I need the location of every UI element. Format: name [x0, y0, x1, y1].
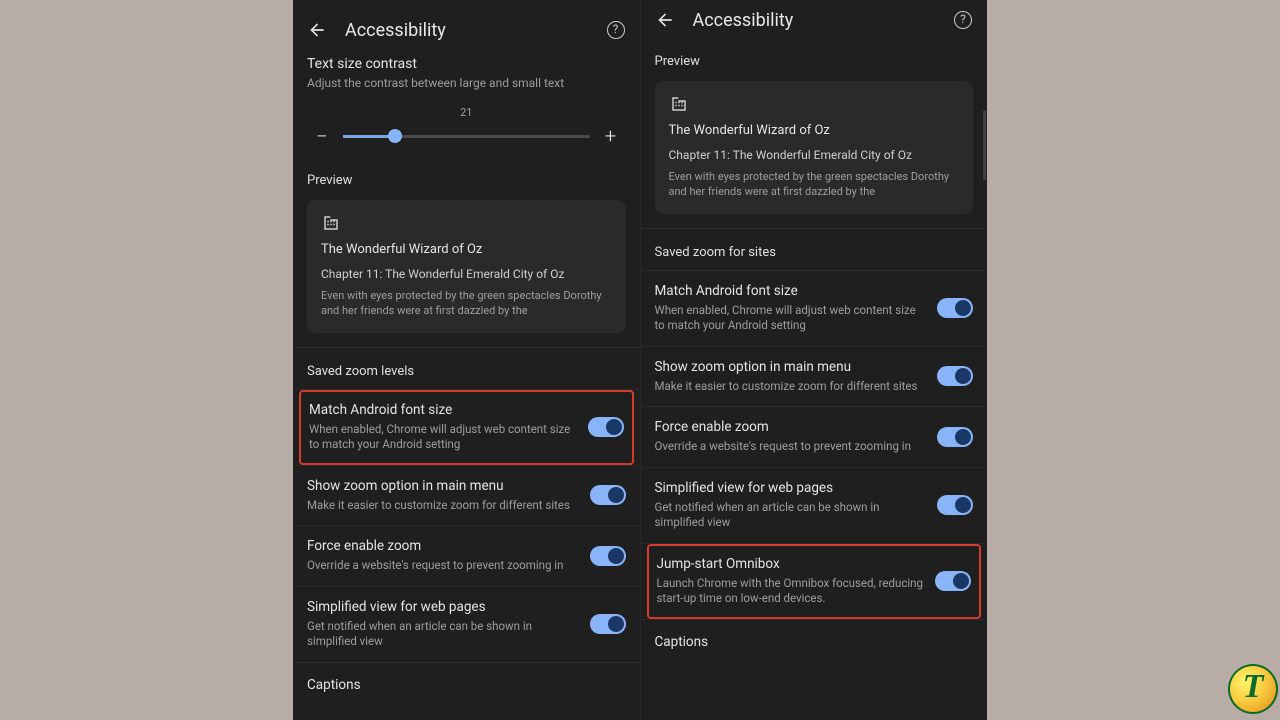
setting-show-zoom-option[interactable]: Show zoom option in main menu Make it ea…: [293, 466, 640, 526]
watermark-letter: T: [1243, 668, 1264, 706]
toggle[interactable]: [590, 546, 626, 566]
preview-title: The Wonderful Wizard of Oz: [321, 242, 612, 257]
slider-thumb[interactable]: [388, 129, 402, 143]
slider-track[interactable]: [343, 135, 590, 138]
saved-zoom-label[interactable]: Saved zoom levels: [293, 348, 640, 389]
preview-body: Even with eyes protected by the green sp…: [669, 170, 960, 200]
back-button[interactable]: [305, 18, 329, 42]
setting-simplified-view[interactable]: Simplified view for web pages Get notifi…: [293, 587, 640, 662]
setting-match-android-font-size[interactable]: Match Android font size When enabled, Ch…: [641, 271, 988, 346]
row-subtitle: When enabled, Chrome will adjust web con…: [655, 303, 926, 334]
row-subtitle: Launch Chrome with the Omnibox focused, …: [657, 576, 924, 607]
setting-match-android-font-size[interactable]: Match Android font size When enabled, Ch…: [299, 390, 634, 465]
help-icon: ?: [954, 11, 972, 29]
preview-label: Preview: [641, 42, 988, 75]
row-subtitle: Override a website's request to prevent …: [655, 439, 926, 455]
preview-body: Even with eyes protected by the green sp…: [321, 289, 612, 319]
row-title: Show zoom option in main menu: [655, 359, 926, 375]
row-title: Match Android font size: [655, 283, 926, 299]
arrow-left-icon: [655, 10, 675, 30]
business-icon: [669, 95, 689, 113]
help-icon: ?: [607, 21, 625, 39]
setting-jump-start-omnibox[interactable]: Jump-start Omnibox Launch Chrome with th…: [647, 544, 982, 619]
watermark-logo: T: [1228, 664, 1278, 714]
contrast-value: 21: [307, 106, 626, 119]
setting-captions[interactable]: Captions: [293, 663, 640, 707]
increase-button[interactable]: +: [600, 125, 622, 147]
row-subtitle: Get notified when an article can be show…: [307, 619, 578, 650]
contrast-slider: − +: [311, 125, 622, 147]
row-title: Force enable zoom: [307, 538, 578, 554]
stage: Accessibility ? Text size contrast Adjus…: [293, 0, 987, 720]
header: Accessibility ?: [641, 4, 988, 42]
row-subtitle: When enabled, Chrome will adjust web con…: [309, 422, 576, 453]
row-subtitle: Make it easier to customize zoom for dif…: [307, 498, 578, 514]
toggle[interactable]: [937, 298, 973, 318]
preview-card: The Wonderful Wizard of Oz Chapter 11: T…: [655, 81, 974, 214]
setting-simplified-view[interactable]: Simplified view for web pages Get notifi…: [641, 468, 988, 543]
phone-left: Accessibility ? Text size contrast Adjus…: [293, 0, 641, 720]
toggle[interactable]: [937, 495, 973, 515]
preview-card: The Wonderful Wizard of Oz Chapter 11: T…: [307, 200, 626, 333]
row-title: Simplified view for web pages: [307, 599, 578, 615]
help-button[interactable]: ?: [604, 18, 628, 42]
contrast-subtitle: Adjust the contrast between large and sm…: [307, 76, 626, 90]
arrow-left-icon: [307, 20, 327, 40]
toggle[interactable]: [937, 366, 973, 386]
row-subtitle: Make it easier to customize zoom for dif…: [655, 379, 926, 395]
preview-chapter: Chapter 11: The Wonderful Emerald City o…: [669, 148, 960, 162]
setting-force-enable-zoom[interactable]: Force enable zoom Override a website's r…: [293, 526, 640, 586]
row-title: Force enable zoom: [655, 419, 926, 435]
toggle[interactable]: [590, 485, 626, 505]
toggle[interactable]: [590, 614, 626, 634]
preview-label: Preview: [293, 161, 640, 194]
setting-force-enable-zoom[interactable]: Force enable zoom Override a website's r…: [641, 407, 988, 467]
help-button[interactable]: ?: [951, 8, 975, 32]
setting-captions[interactable]: Captions: [641, 620, 988, 664]
row-title: Simplified view for web pages: [655, 480, 926, 496]
row-subtitle: Get notified when an article can be show…: [655, 500, 926, 531]
row-subtitle: Override a website's request to prevent …: [307, 558, 578, 574]
preview-title: The Wonderful Wizard of Oz: [669, 123, 960, 138]
toggle[interactable]: [588, 417, 624, 437]
preview-chapter: Chapter 11: The Wonderful Emerald City o…: [321, 267, 612, 281]
row-title: Show zoom option in main menu: [307, 478, 578, 494]
page-title: Accessibility: [345, 20, 604, 41]
toggle[interactable]: [935, 571, 971, 591]
phone-right: Accessibility ? Preview The Wonderful Wi…: [641, 0, 988, 720]
row-title: Jump-start Omnibox: [657, 556, 924, 572]
row-title: Match Android font size: [309, 402, 576, 418]
header: Accessibility ?: [293, 14, 640, 52]
scrollbar[interactable]: [983, 110, 986, 180]
page-title: Accessibility: [693, 10, 952, 31]
toggle[interactable]: [937, 427, 973, 447]
back-button[interactable]: [653, 8, 677, 32]
business-icon: [321, 214, 341, 232]
text-size-contrast: Text size contrast Adjust the contrast b…: [293, 56, 640, 161]
contrast-title: Text size contrast: [307, 56, 626, 72]
setting-show-zoom-option[interactable]: Show zoom option in main menu Make it ea…: [641, 347, 988, 407]
saved-zoom-label[interactable]: Saved zoom for sites: [641, 229, 988, 270]
decrease-button[interactable]: −: [311, 125, 333, 147]
